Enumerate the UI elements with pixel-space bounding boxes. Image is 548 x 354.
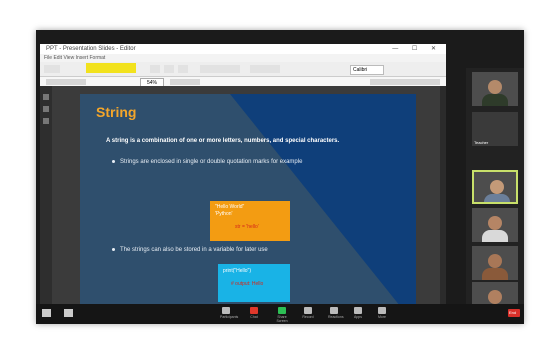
- record-icon: [304, 307, 312, 314]
- font-name-select[interactable]: Calibri: [350, 65, 384, 75]
- current-slide: String A string is a combination of one …: [80, 94, 416, 306]
- participant-gallery: Teacher ⌄: [466, 68, 524, 324]
- example-box-cyan: print("Hello") # output: Hello: [218, 264, 290, 302]
- slide-subtitle: A string is a combination of one or more…: [106, 138, 340, 144]
- orange-line-1: "Hello World": [215, 204, 245, 210]
- orange-line-2: 'Python': [215, 211, 233, 217]
- paste-button[interactable]: [44, 65, 60, 73]
- reactions-icon: [330, 307, 338, 314]
- slide-title: String: [96, 104, 137, 120]
- highlighter-icon[interactable]: [43, 106, 49, 112]
- right-tools[interactable]: [370, 79, 440, 85]
- presentation-workspace: String A string is a combination of one …: [40, 86, 446, 312]
- eraser-icon[interactable]: [43, 118, 49, 124]
- record-button[interactable]: Record: [302, 307, 314, 319]
- bullet-2: The strings can also be stored in a vari…: [112, 246, 380, 254]
- chat-button[interactable]: Chat: [248, 307, 260, 319]
- more-label: More: [378, 315, 386, 319]
- video-camera-icon[interactable]: [64, 309, 73, 317]
- participant-tile[interactable]: Teacher: [472, 112, 518, 146]
- italic-button[interactable]: [164, 65, 174, 73]
- window-titlebar: PPT - Presentation Slides - Editor — ☐ ✕: [40, 44, 446, 54]
- bullet-2-text: The strings can also be stored in a vari…: [120, 247, 268, 253]
- pen-icon[interactable]: [43, 94, 49, 100]
- bullet-1-text: Strings are enclosed in single or double…: [120, 159, 303, 165]
- participant-avatar: [490, 180, 504, 194]
- participant-tile[interactable]: [472, 72, 518, 106]
- orange-red-text: str = 'hello': [235, 224, 259, 230]
- participant-body: [482, 230, 508, 242]
- apps-label: Apps: [354, 315, 362, 319]
- participant-name: Teacher: [474, 140, 489, 145]
- share-screen-label: Share Screen: [276, 315, 288, 323]
- participant-body: [484, 194, 510, 202]
- participant-avatar: [488, 290, 502, 304]
- more-icon: [378, 307, 386, 314]
- view-tools[interactable]: [170, 79, 200, 85]
- paragraph-tools[interactable]: [200, 65, 240, 73]
- participants-button[interactable]: Participants: [220, 307, 239, 319]
- share-screen-button[interactable]: Share Screen: [276, 307, 288, 323]
- participant-avatar: [488, 216, 502, 230]
- shared-presentation-window: PPT - Presentation Slides - Editor — ☐ ✕…: [40, 44, 446, 312]
- participant-tile-active-speaker[interactable]: [472, 170, 518, 204]
- bullet-dot: [112, 248, 115, 251]
- window-controls[interactable]: — ☐ ✕: [392, 44, 442, 54]
- highlight-toolbar-button[interactable]: [86, 63, 136, 73]
- menu-bar[interactable]: File Edit View Insert Format: [40, 54, 446, 62]
- bullet-1: Strings are enclosed in single or double…: [112, 158, 380, 166]
- insert-tools[interactable]: [250, 65, 280, 73]
- apps-button[interactable]: Apps: [352, 307, 364, 319]
- example-box-orange: "Hello World" 'Python' str = 'hello': [210, 201, 290, 241]
- share-screen-icon: [278, 307, 286, 314]
- reactions-button[interactable]: Reactions: [328, 307, 344, 319]
- participant-avatar: [488, 254, 502, 268]
- participant-avatar: [488, 80, 502, 94]
- annotation-rail: [40, 86, 52, 312]
- participant-body: [482, 268, 508, 280]
- participant-body: [482, 94, 508, 106]
- bullet-dot: [112, 160, 115, 163]
- cyan-line: print("Hello"): [223, 268, 252, 274]
- end-meeting-button[interactable]: End: [508, 309, 520, 317]
- reactions-label: Reactions: [328, 315, 344, 319]
- nav-buttons[interactable]: [46, 79, 86, 85]
- ribbon-toolbar: Calibri: [40, 62, 446, 77]
- underline-button[interactable]: [178, 65, 188, 73]
- more-button[interactable]: More: [376, 307, 388, 319]
- chat-icon: [250, 307, 258, 314]
- end-label: End: [509, 310, 517, 315]
- bold-button[interactable]: [150, 65, 160, 73]
- zoom-meeting-window: PPT - Presentation Slides - Editor — ☐ ✕…: [36, 30, 524, 324]
- chat-label: Chat: [250, 315, 258, 319]
- zoom-control-bar: Participants Chat Share Screen Record Re…: [36, 304, 524, 324]
- record-label: Record: [302, 315, 314, 319]
- photo-frame: PPT - Presentation Slides - Editor — ☐ ✕…: [0, 0, 548, 354]
- apps-icon: [354, 307, 362, 314]
- window-title: PPT - Presentation Slides - Editor: [46, 46, 136, 52]
- microphone-icon[interactable]: [42, 309, 51, 317]
- participant-tile[interactable]: [472, 208, 518, 242]
- participants-icon: [222, 307, 230, 314]
- participant-tile[interactable]: [472, 246, 518, 280]
- cyan-red-text: # output: Hello: [231, 281, 264, 287]
- participants-label: Participants: [220, 315, 239, 319]
- vertical-scrollbar[interactable]: [440, 86, 446, 312]
